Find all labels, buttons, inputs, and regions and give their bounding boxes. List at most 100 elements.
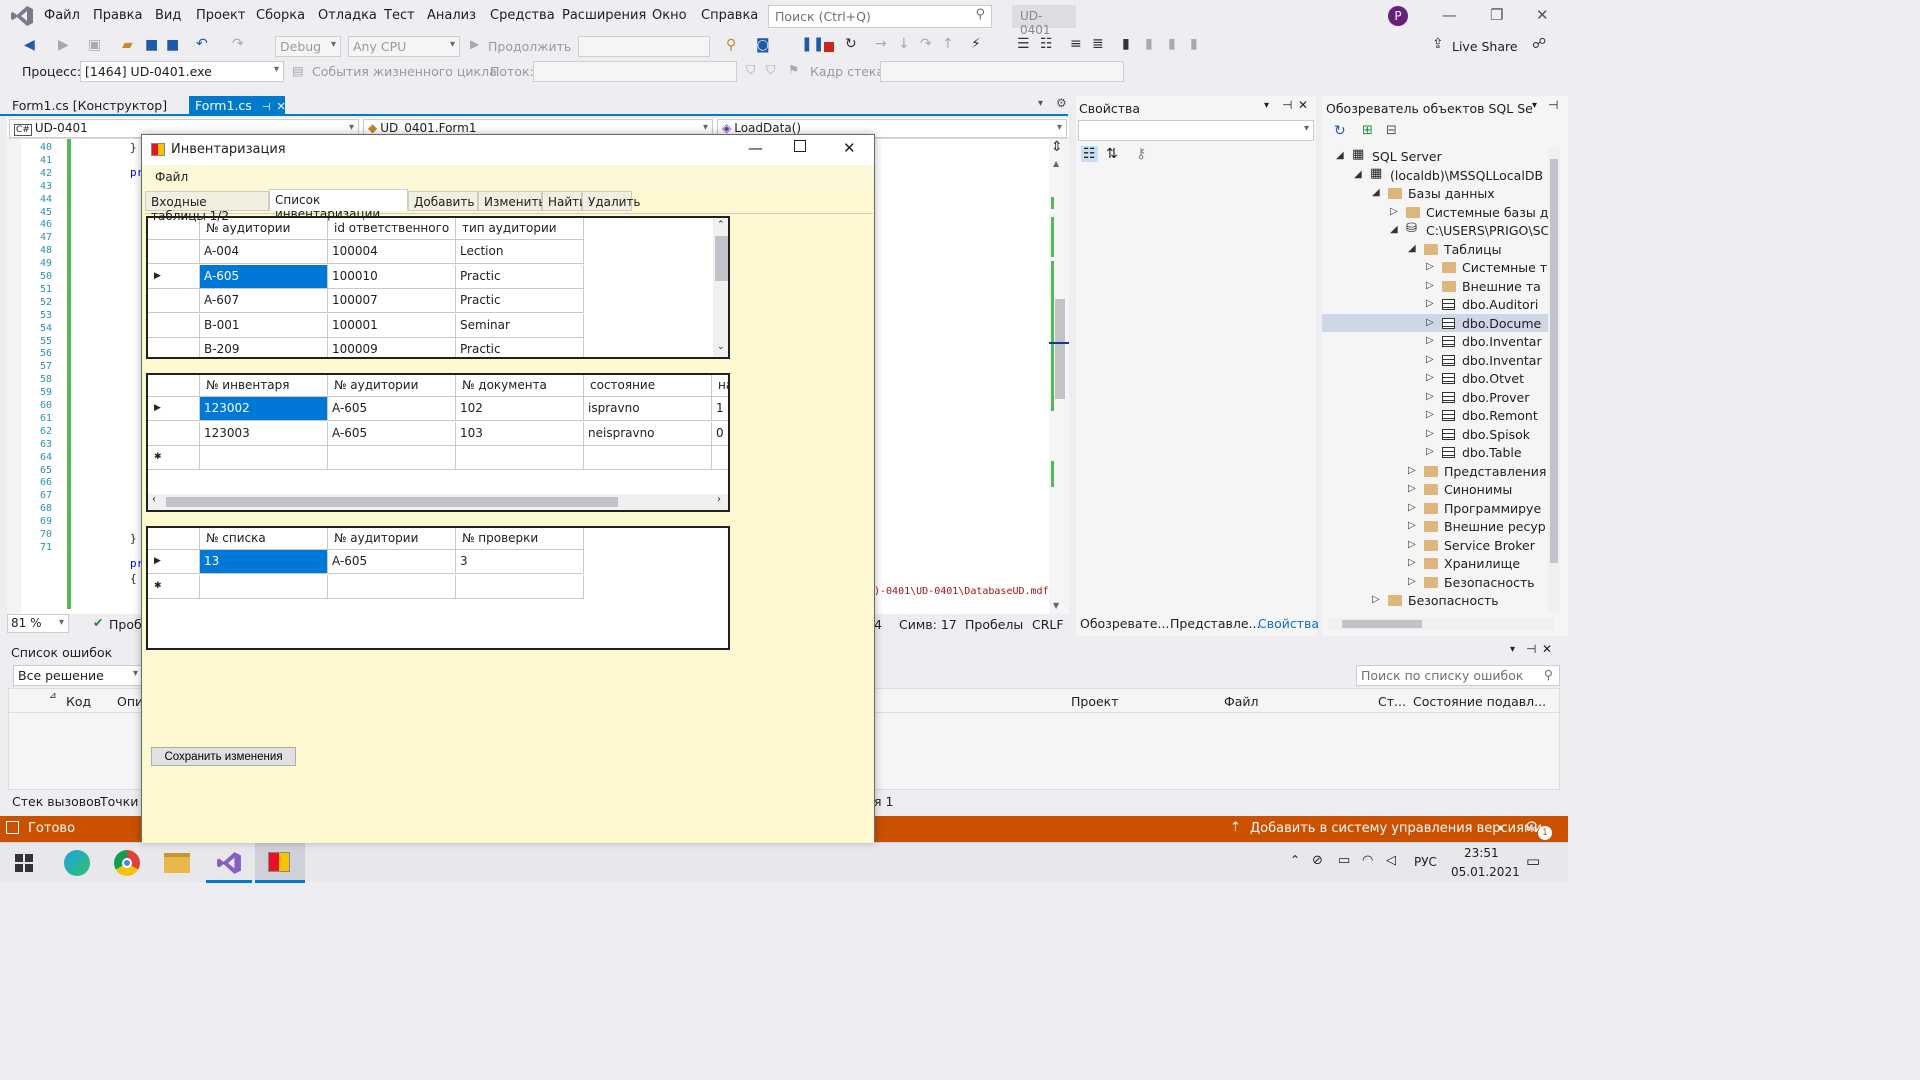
step-icon[interactable]: → xyxy=(875,36,887,52)
expand-icon[interactable]: ▷ xyxy=(1426,354,1434,365)
grid-cell[interactable]: 102 xyxy=(456,397,584,421)
new-row-cell[interactable] xyxy=(200,446,328,470)
grid-cell[interactable]: Lection xyxy=(456,240,584,264)
config-select[interactable]: Debug xyxy=(275,36,341,57)
tab-call-stack[interactable]: Стек вызовов xyxy=(12,794,101,809)
tab-input-tables[interactable]: Входные таблицы 1/2 xyxy=(145,191,269,223)
grid1-vscrollbar[interactable]: ⌃ ⌄ xyxy=(713,218,728,357)
collapse-icon[interactable]: ◢ xyxy=(1408,243,1416,254)
expand-icon[interactable]: ▷ xyxy=(1408,520,1416,531)
tree-node[interactable]: ◢ ▦ SQL Server xyxy=(1322,147,1548,165)
close-panel-icon[interactable]: ✕ xyxy=(1298,98,1308,112)
vcs-up-icon[interactable]: ▴ xyxy=(1498,822,1503,833)
tab-form-designer[interactable]: Form1.cs [Конструктор] xyxy=(6,96,173,116)
form-menu-file[interactable]: Файл xyxy=(155,170,188,184)
expand-icon[interactable]: ▷ xyxy=(1408,557,1416,568)
tree-node[interactable]: ▷ dbo.Remont xyxy=(1322,406,1548,424)
search-input[interactable]: Поиск (Ctrl+Q) ⚲ xyxy=(768,5,992,28)
edge-icon[interactable] xyxy=(64,850,90,876)
grid-column-header[interactable]: тип аудитории xyxy=(456,218,584,240)
sql-hscroll-thumb[interactable] xyxy=(1342,620,1422,628)
form-close-icon[interactable]: ✕ xyxy=(843,139,856,157)
row-header[interactable] xyxy=(148,240,200,264)
file-explorer-icon[interactable] xyxy=(164,853,190,873)
action-center-icon[interactable]: ▭ xyxy=(1526,852,1540,870)
visual-studio-logo-icon[interactable] xyxy=(10,5,34,27)
minimize-icon[interactable]: — xyxy=(1442,6,1457,24)
lifecycle-button[interactable]: События жизненного цикла xyxy=(312,64,497,79)
clock-date[interactable]: 05.01.2021 xyxy=(1451,865,1520,879)
menu-edit[interactable]: Правка xyxy=(93,8,142,23)
restore-icon[interactable]: ❐ xyxy=(1490,6,1503,24)
grid2-hscroll-thumb[interactable] xyxy=(166,497,618,507)
find-icon[interactable]: ⚲ xyxy=(726,37,736,53)
tree-node[interactable]: ▷ Внешние та xyxy=(1322,277,1548,295)
disconnect-icon[interactable]: ⊟ xyxy=(1386,123,1397,138)
new-item-icon[interactable]: ▣ xyxy=(88,37,101,53)
stop-icon[interactable] xyxy=(824,42,834,52)
back-icon[interactable]: ◀ xyxy=(24,37,35,53)
grid-cell[interactable]: 123002 xyxy=(200,397,328,421)
screenshot-icon[interactable]: ◙ xyxy=(756,37,770,53)
tree-node[interactable]: ▷ dbo.Table xyxy=(1322,443,1548,461)
grid-cell[interactable]: A-605 xyxy=(328,397,456,421)
new-row-header[interactable]: ✱ xyxy=(148,574,200,599)
tree-node[interactable]: ▷ dbo.Prover xyxy=(1322,388,1548,406)
expand-icon[interactable]: ▷ xyxy=(1390,206,1398,217)
scroll-down-icon[interactable]: ⌄ xyxy=(717,342,725,352)
grid-cell[interactable]: B-209 xyxy=(200,338,328,357)
grid-column-header[interactable]: № проверки xyxy=(456,528,584,550)
tree-node[interactable]: ▷ dbo.Auditori xyxy=(1322,295,1548,313)
form-app-taskbar-button[interactable] xyxy=(255,843,305,883)
row-header[interactable] xyxy=(148,313,200,338)
auditorium-grid[interactable]: ⌃ ⌄ № аудитории id ответственного тип ауди… xyxy=(146,216,730,359)
open-icon[interactable]: ▰ xyxy=(122,37,133,53)
live-share-icon[interactable]: ⇪ xyxy=(1432,36,1444,52)
row-header[interactable]: ▶ xyxy=(148,550,200,574)
wifi-icon[interactable]: ◠ xyxy=(1362,853,1373,868)
row-header[interactable]: ▶ xyxy=(148,397,200,421)
form-minimize-icon[interactable]: — xyxy=(748,139,763,157)
tree-node[interactable]: ▷ Системные базы д xyxy=(1322,203,1548,221)
scroll-up-icon[interactable]: ▲ xyxy=(1053,159,1059,168)
tray-network-error-icon[interactable]: ⊘ xyxy=(1312,853,1323,868)
collapse-icon[interactable]: ◢ xyxy=(1354,169,1362,180)
tree-node[interactable]: ◢ ▦ (localdb)\MSSQLLocalDB ( xyxy=(1322,166,1548,184)
close-tab-icon[interactable]: ✕ xyxy=(277,100,286,113)
check-list-grid[interactable]: № списка № аудитории № проверки ▶ 13 A-605 3 ✱ xyxy=(146,526,730,650)
save-changes-button[interactable]: Сохранить изменения xyxy=(151,747,296,766)
code-scroll-thumb[interactable] xyxy=(1055,299,1065,399)
grid-cell[interactable]: 103 xyxy=(456,421,584,446)
grid-column-header[interactable]: № аудитории xyxy=(328,375,456,397)
collapse-icon[interactable]: ◢ xyxy=(1336,150,1344,161)
forward-icon[interactable]: ▶ xyxy=(58,37,69,53)
stack-frame-select[interactable] xyxy=(880,61,1124,82)
expand-icon[interactable]: ▷ xyxy=(1408,576,1416,587)
grid-cell[interactable]: ispravno xyxy=(584,397,712,421)
grid-cell[interactable]: Practic xyxy=(456,264,584,289)
tree-node[interactable]: ▷ Хранилище xyxy=(1322,554,1548,572)
grid-column-header[interactable]: № аудитории xyxy=(328,528,456,550)
expand-icon[interactable]: ▷ xyxy=(1426,428,1434,439)
expand-icon[interactable]: ▷ xyxy=(1426,298,1434,309)
add-server-icon[interactable]: ⊞ xyxy=(1362,123,1373,138)
sql-hscrollbar[interactable] xyxy=(1328,618,1554,630)
new-row-cell[interactable] xyxy=(328,574,456,599)
format-icon[interactable]: ☰ xyxy=(1017,36,1030,52)
thread-select[interactable] xyxy=(533,61,737,82)
grid2-hscrollbar[interactable]: ‹ › xyxy=(148,494,728,510)
expand-icon[interactable]: ▷ xyxy=(1426,261,1434,272)
tree-node[interactable]: ▷ Безопасность xyxy=(1322,591,1548,609)
menu-test[interactable]: Тест xyxy=(384,8,415,23)
grid-cell[interactable]: 0 xyxy=(712,422,728,446)
pin-panel-icon[interactable]: ⊣ xyxy=(1548,98,1558,112)
collapse-icon[interactable]: ◢ xyxy=(1372,187,1380,198)
col-line[interactable]: Ст... xyxy=(1378,694,1406,709)
indent-icon[interactable]: ☷ xyxy=(1040,36,1053,52)
col-suppression[interactable]: Состояние подавл... xyxy=(1413,694,1546,709)
new-row-cell[interactable] xyxy=(456,446,584,470)
grid-cell[interactable]: 100007 xyxy=(328,289,456,313)
grid-cell[interactable]: 100010 xyxy=(328,264,456,289)
expand-icon[interactable]: ▷ xyxy=(1408,465,1416,476)
grid-cell[interactable]: Practic xyxy=(456,289,584,313)
